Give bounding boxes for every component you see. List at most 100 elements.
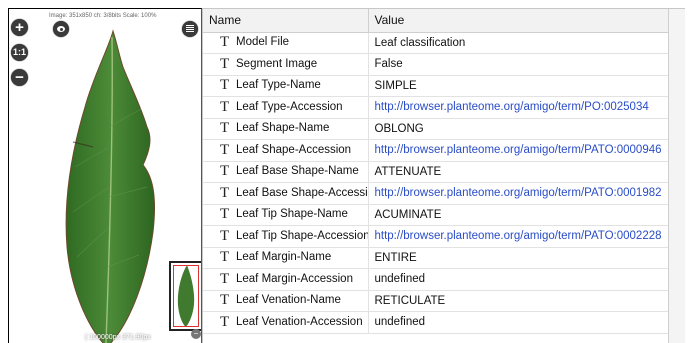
text-type-icon: T bbox=[220, 98, 230, 115]
navigator-thumbnail[interactable] bbox=[169, 261, 201, 331]
row-name-cell: T Leaf Base Shape-Accession bbox=[203, 182, 369, 205]
table-row[interactable]: T Leaf Type-Accession http://browser.plant… bbox=[203, 96, 669, 119]
row-name-cell: T Leaf Venation-Name bbox=[203, 290, 369, 312]
row-name-label: Leaf Tip Shape-Accession bbox=[236, 229, 368, 242]
table-row[interactable]: T Leaf Tip Shape-Name ACUMINATE bbox=[203, 204, 669, 226]
row-name-cell: T Leaf Margin-Accession bbox=[203, 268, 369, 291]
row-value-text: undefined bbox=[374, 273, 426, 286]
row-value-cell: ATTENUATE bbox=[368, 161, 669, 183]
row-value-link[interactable]: http://browser.planteome.org/amigo/term/… bbox=[375, 144, 662, 156]
scrollbar-track[interactable] bbox=[668, 9, 685, 343]
text-type-icon: T bbox=[220, 249, 230, 266]
text-type-icon: T bbox=[220, 77, 230, 94]
image-info-text: Image: 351x850 ch: 3/8bits Scale: 100% bbox=[49, 13, 157, 19]
text-type-icon: T bbox=[220, 34, 230, 51]
row-value-link[interactable]: http://browser.planteome.org/amigo/term/… bbox=[375, 230, 662, 242]
navigator-viewport[interactable] bbox=[173, 265, 199, 327]
row-value-link[interactable]: http://browser.planteome.org/amigo/term/… bbox=[375, 101, 649, 113]
row-name-label: Leaf Shape-Accession bbox=[236, 143, 352, 156]
row-name-cell: T Segment Image bbox=[203, 53, 369, 76]
row-value-text: Leaf classification bbox=[374, 36, 466, 49]
text-type-icon: T bbox=[220, 120, 230, 137]
row-value-cell: False bbox=[368, 53, 669, 76]
image-viewer[interactable]: + 1:1 − Image: 351x850 ch: 3/8bits Scale… bbox=[8, 8, 202, 343]
reset-zoom-button[interactable]: 1:1 bbox=[11, 44, 28, 61]
table-row[interactable]: T Leaf Base Shape-Name ATTENUATE bbox=[203, 161, 669, 183]
row-name-cell: T Leaf Tip Shape-Name bbox=[203, 204, 369, 226]
text-type-icon: T bbox=[220, 227, 230, 244]
row-value-cell: ACUMINATE bbox=[368, 204, 669, 226]
table-row[interactable]: T Leaf Venation-Name RETICULATE bbox=[203, 290, 669, 312]
row-value-link[interactable]: http://browser.planteome.org/amigo/term/… bbox=[375, 187, 662, 199]
table-row[interactable]: T Leaf Shape-Accession http://browser.plan… bbox=[203, 139, 669, 162]
row-value-text: RETICULATE bbox=[374, 294, 446, 307]
text-type-icon: T bbox=[220, 270, 230, 287]
text-type-icon: T bbox=[220, 141, 230, 158]
row-name-label: Leaf Venation-Accession bbox=[236, 315, 363, 328]
zoom-in-button[interactable]: + bbox=[11, 19, 28, 36]
row-name-cell: T Leaf Type-Name bbox=[203, 75, 369, 97]
row-value-text: False bbox=[374, 58, 403, 71]
row-name-label: Leaf Margin-Accession bbox=[236, 272, 353, 285]
row-value-cell: ENTIRE bbox=[368, 247, 669, 269]
table-row[interactable]: T Leaf Margin-Name ENTIRE bbox=[203, 247, 669, 269]
row-value-cell: undefined bbox=[368, 268, 669, 291]
row-name-label: Leaf Type-Accession bbox=[236, 100, 343, 113]
row-name-cell: T Leaf Shape-Accession bbox=[203, 139, 369, 162]
row-value-cell: http://browser.planteome.org/amigo/term/… bbox=[368, 182, 669, 205]
row-value-text: undefined bbox=[374, 316, 426, 329]
text-type-icon: T bbox=[220, 163, 230, 180]
row-value-cell: http://browser.planteome.org/amigo/term/… bbox=[368, 96, 669, 119]
table-row[interactable]: T Leaf Tip Shape-Accession http://browser.… bbox=[203, 225, 669, 248]
row-name-label: Leaf Type-Name bbox=[236, 79, 321, 92]
table-row[interactable]: T Leaf Margin-Accession undefined bbox=[203, 268, 669, 291]
row-name-cell: T Leaf Type-Accession bbox=[203, 96, 369, 119]
row-name-cell: T Leaf Shape-Name bbox=[203, 118, 369, 140]
text-type-icon: T bbox=[220, 292, 230, 309]
row-name-label: Leaf Base Shape-Name bbox=[236, 165, 359, 178]
row-name-label: Model File bbox=[236, 36, 290, 49]
row-name-cell: T Leaf Tip Shape-Accession bbox=[203, 225, 369, 248]
text-type-icon: T bbox=[220, 313, 230, 330]
text-type-icon: T bbox=[220, 184, 230, 201]
row-value-text: ATTENUATE bbox=[374, 165, 442, 178]
table-row[interactable]: T Leaf Base Shape-Accession http://browser… bbox=[203, 182, 669, 205]
zoom-out-button[interactable]: − bbox=[11, 69, 28, 86]
panel-toggle-icon[interactable] bbox=[182, 21, 198, 37]
row-value-cell: RETICULATE bbox=[368, 290, 669, 312]
text-type-icon: T bbox=[220, 55, 230, 72]
row-name-label: Segment Image bbox=[236, 57, 318, 70]
text-type-icon: T bbox=[220, 206, 230, 223]
table-header-row: Name Value bbox=[203, 9, 669, 33]
row-name-cell: T Leaf Margin-Name bbox=[203, 247, 369, 269]
coordinate-readout: ( 100000px 371.90px bbox=[85, 334, 151, 341]
table-row[interactable]: T Leaf Type-Name SIMPLE bbox=[203, 75, 669, 97]
row-value-text: ACUMINATE bbox=[374, 208, 442, 221]
table-body: T Model File Leaf classification T Segment I… bbox=[203, 32, 669, 334]
table-row[interactable]: T Model File Leaf classification bbox=[203, 32, 669, 54]
table-row[interactable]: T Leaf Venation-Accession undefined bbox=[203, 311, 669, 334]
row-value-cell: Leaf classification bbox=[368, 32, 669, 54]
navigator-close-icon[interactable]: − bbox=[191, 329, 201, 339]
row-value-cell: SIMPLE bbox=[368, 75, 669, 97]
column-header-name[interactable]: Name bbox=[203, 9, 369, 33]
row-value-cell: undefined bbox=[368, 311, 669, 334]
leaf-image[interactable] bbox=[49, 27, 169, 343]
eye-icon[interactable] bbox=[53, 21, 69, 37]
row-value-text: SIMPLE bbox=[374, 79, 417, 92]
table-row[interactable]: T Leaf Shape-Name OBLONG bbox=[203, 118, 669, 140]
row-name-label: Leaf Shape-Name bbox=[236, 122, 330, 135]
row-value-text: OBLONG bbox=[374, 122, 424, 135]
table-row[interactable]: T Segment Image False bbox=[203, 53, 669, 76]
column-header-value[interactable]: Value bbox=[368, 9, 669, 33]
row-name-cell: T Model File bbox=[203, 32, 369, 54]
properties-table: Name Value T Model File Leaf classificatio… bbox=[203, 9, 669, 334]
row-value-cell: http://browser.planteome.org/amigo/term/… bbox=[368, 225, 669, 248]
row-value-text: ENTIRE bbox=[374, 251, 417, 264]
row-value-cell: OBLONG bbox=[368, 118, 669, 140]
row-value-cell: http://browser.planteome.org/amigo/term/… bbox=[368, 139, 669, 162]
row-name-label: Leaf Tip Shape-Name bbox=[236, 208, 348, 221]
row-name-label: Leaf Base Shape-Accession bbox=[236, 186, 368, 199]
row-name-cell: T Leaf Venation-Accession bbox=[203, 311, 369, 334]
row-name-cell: T Leaf Base Shape-Name bbox=[203, 161, 369, 183]
